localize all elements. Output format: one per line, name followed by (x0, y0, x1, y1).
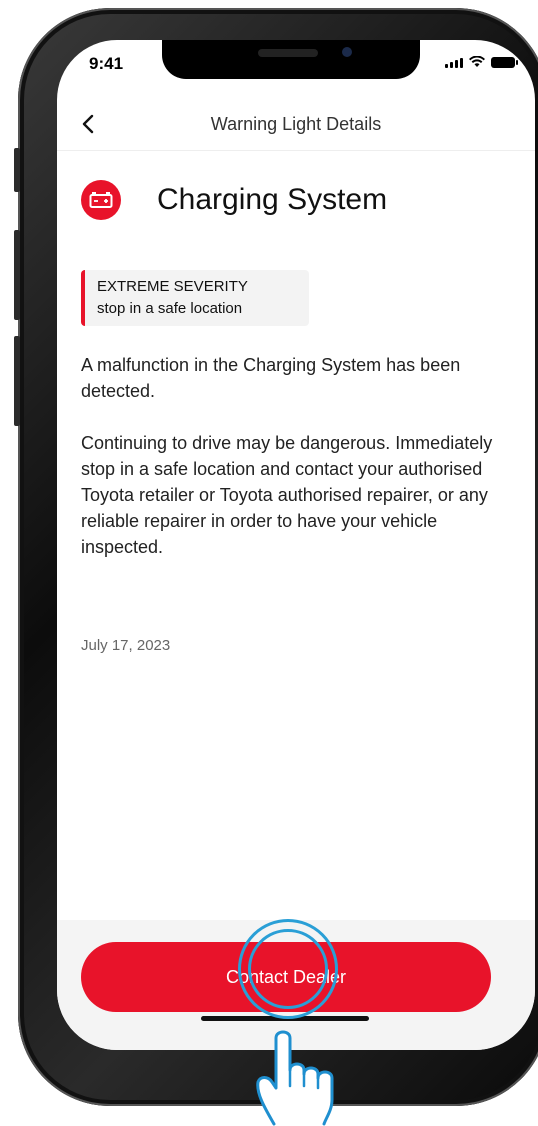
notch (162, 40, 420, 79)
battery-icon (89, 192, 113, 208)
camera (342, 47, 352, 57)
severity-bar (81, 270, 85, 326)
status-icons (445, 56, 518, 68)
warning-title: Charging System (157, 183, 388, 216)
battery-status-icon (491, 57, 518, 68)
status-time: 9:41 (89, 54, 124, 73)
header: Warning Light Details (57, 100, 535, 151)
warning-title-row: Charging System (81, 180, 387, 220)
page-title: Warning Light Details (210, 114, 382, 134)
pointing-hand-icon (256, 1030, 334, 1126)
signal-icon (445, 58, 463, 68)
severity-advice: stop in a safe location (97, 300, 243, 317)
app-screen: 9:41 Warning Light Details Charging Syst… (57, 40, 535, 1050)
severity-level: EXTREME SEVERITY (97, 278, 248, 295)
tap-indicator-inner (248, 929, 328, 1009)
speaker (258, 49, 318, 57)
severity-badge: EXTREME SEVERITY stop in a safe location (81, 270, 309, 326)
warning-date: July 17, 2023 (81, 637, 171, 654)
volume-down-button (14, 336, 20, 426)
description-paragraph: A malfunction in the Charging System has… (81, 355, 461, 401)
mute-switch (14, 148, 20, 192)
volume-up-button (14, 230, 20, 320)
warning-description: A malfunction in the Charging System has… (81, 352, 509, 586)
wifi-icon (469, 56, 485, 67)
description-paragraph: Continuing to drive may be dangerous. Im… (81, 433, 493, 557)
warning-icon-badge (81, 180, 121, 220)
